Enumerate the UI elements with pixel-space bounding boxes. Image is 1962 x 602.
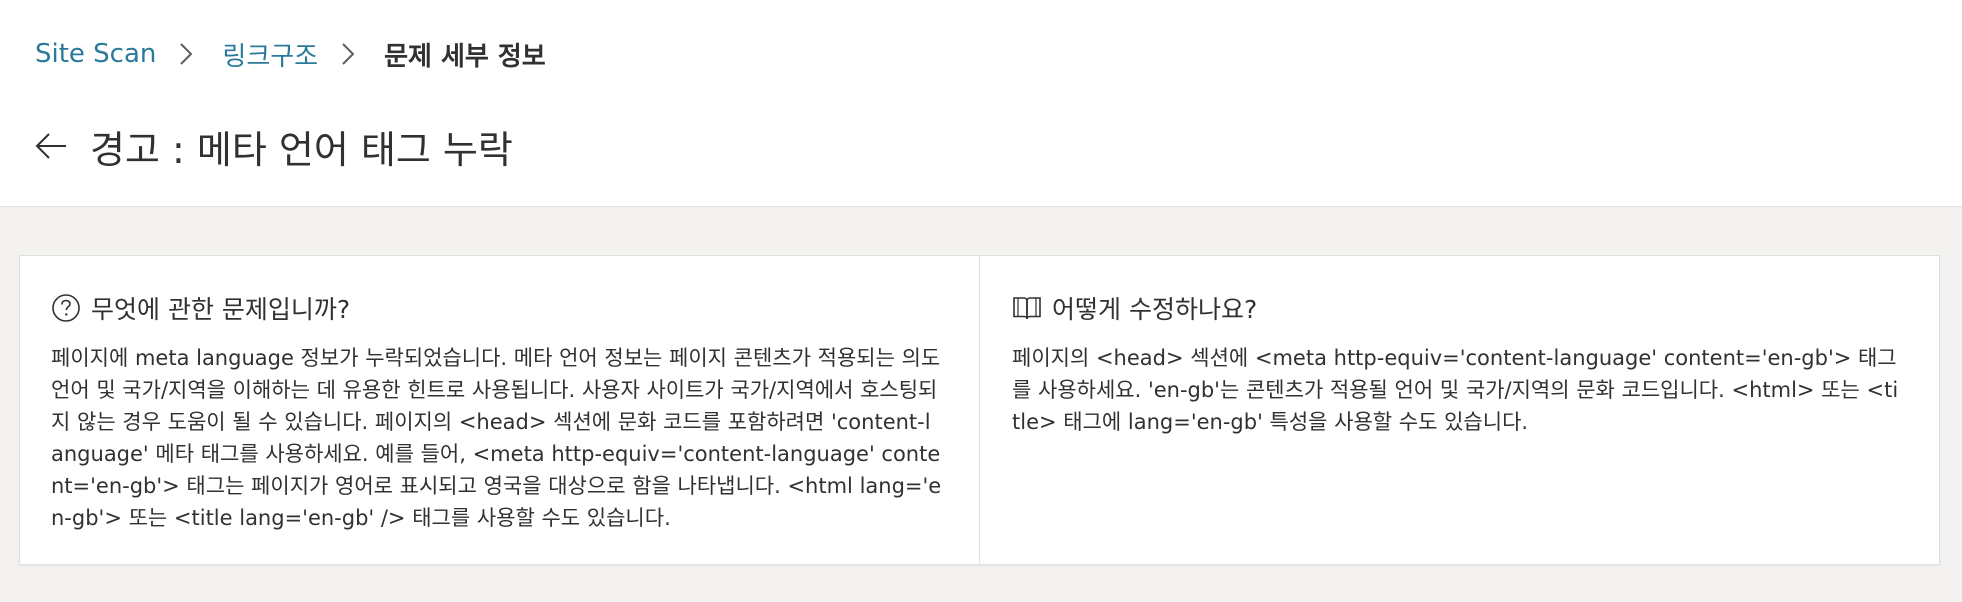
breadcrumb: Site Scan 링크구조 문제 세부 정보 (35, 36, 546, 72)
breadcrumb-site-scan[interactable]: Site Scan (35, 39, 156, 69)
issue-details-card: 무엇에 관한 문제입니까? 페이지에 meta language 정보가 누락되… (19, 255, 1940, 565)
breadcrumb-link-structure[interactable]: 링크구조 (222, 36, 318, 73)
arrow-left-icon[interactable] (34, 129, 68, 163)
breadcrumb-current: 문제 세부 정보 (384, 41, 546, 72)
what-panel-header: 무엇에 관한 문제입니까? (51, 288, 943, 328)
page-header: Site Scan 링크구조 문제 세부 정보 경고 : 메타 언어 태그 누락 (0, 0, 1962, 207)
chevron-right-icon (340, 42, 356, 66)
what-panel-title: 무엇에 관한 문제입니까? (91, 295, 351, 324)
what-panel: 무엇에 관한 문제입니까? 페이지에 meta language 정보가 누락되… (20, 256, 980, 564)
how-panel-header: 어떻게 수정하나요? (1012, 288, 1905, 328)
title-row: 경고 : 메타 언어 태그 누락 (34, 116, 513, 176)
question-circle-icon (51, 293, 81, 323)
how-panel-title: 어떻게 수정하나요? (1052, 295, 1258, 324)
page-title: 경고 : 메타 언어 태그 누락 (90, 127, 513, 172)
open-book-icon (1012, 293, 1042, 323)
what-panel-body: 페이지에 meta language 정보가 누락되었습니다. 메타 언어 정보… (51, 346, 942, 530)
how-panel-body: 페이지의 <head> 섹션에 <meta http-equiv='conten… (1012, 346, 1899, 434)
how-panel: 어떻게 수정하나요? 페이지의 <head> 섹션에 <meta http-eq… (980, 256, 1939, 564)
chevron-right-icon (178, 42, 194, 66)
